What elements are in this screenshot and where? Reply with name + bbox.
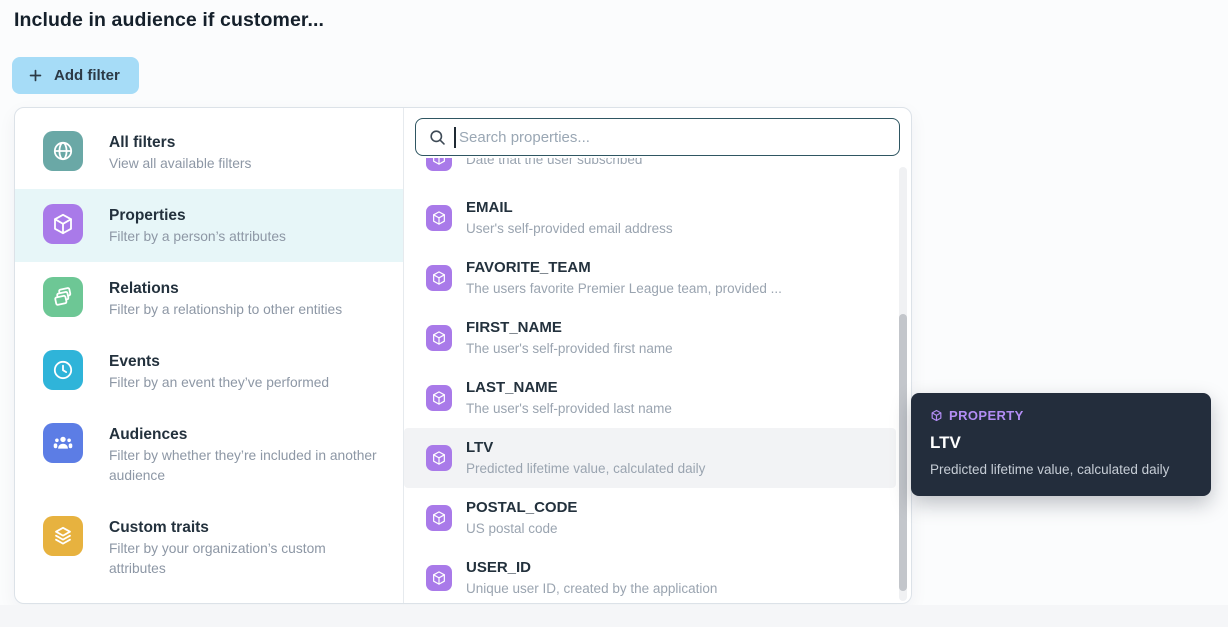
property-name: USER_ID [466, 559, 532, 576]
cube-icon [426, 505, 452, 531]
property-description: US postal code [466, 521, 558, 536]
layers-icon [43, 516, 83, 556]
cube-icon [426, 205, 452, 231]
property-name: FIRST_NAME [466, 319, 562, 336]
cube-icon [426, 565, 452, 591]
people-icon [43, 423, 83, 463]
cube-icon [426, 325, 452, 351]
tooltip-title: LTV [930, 433, 961, 452]
page-footer-strip [0, 605, 1228, 627]
category-description: View all available filters [109, 156, 252, 171]
tooltip-type-label: PROPERTY [949, 408, 1024, 423]
relations-icon [43, 277, 83, 317]
page-title: Include in audience if customer... [14, 9, 325, 31]
cube-icon [43, 204, 83, 244]
property-item-ltv[interactable]: LTV Predicted lifetime value, calculated … [404, 428, 896, 488]
globe-icon [43, 131, 83, 171]
tooltip-type-row: PROPERTY [930, 408, 1192, 423]
plus-icon [27, 67, 44, 84]
property-item-partial[interactable]: Date that the user subscribed [404, 158, 896, 188]
properties-list: Date that the user subscribed EMAIL User's… [404, 158, 911, 602]
sidebar-item-audiences[interactable]: Audiences Filter by whether they’re inclu… [15, 408, 403, 501]
sidebar-item-all-filters[interactable]: All filters View all available filters [15, 116, 403, 189]
add-filter-label: Add filter [54, 67, 120, 84]
scrollbar-thumb[interactable] [899, 314, 907, 591]
property-item-user-id[interactable]: USER_ID Unique user ID, created by the ap… [404, 548, 896, 602]
sidebar-item-relations[interactable]: Relations Filter by a relationship to oth… [15, 262, 403, 335]
property-description: Unique user ID, created by the applicati… [466, 581, 718, 596]
property-name: LTV [466, 439, 494, 456]
search-box[interactable] [415, 118, 900, 156]
add-filter-button[interactable]: Add filter [12, 57, 139, 94]
search-icon [428, 128, 447, 147]
cube-icon [426, 265, 452, 291]
property-description: Predicted lifetime value, calculated dai… [466, 461, 706, 476]
cube-icon [426, 158, 452, 171]
category-label: Properties [109, 207, 186, 224]
property-description: The users favorite Premier League team, … [466, 281, 782, 296]
category-description: Filter by your organization’s custom att… [109, 541, 326, 576]
property-name: LAST_NAME [466, 379, 558, 396]
property-item-postal-code[interactable]: POSTAL_CODE US postal code [404, 488, 896, 548]
cube-icon [426, 385, 452, 411]
property-description: Date that the user subscribed [466, 158, 643, 167]
filter-categories: All filters View all available filters Pro… [15, 108, 403, 603]
property-name: EMAIL [466, 199, 513, 216]
tooltip-description: Predicted lifetime value, calculated dai… [930, 462, 1170, 477]
sidebar-item-events[interactable]: Events Filter by an event they’ve perform… [15, 335, 403, 408]
category-description: Filter by a relationship to other entiti… [109, 302, 343, 317]
properties-column: Date that the user subscribed EMAIL User's… [403, 108, 911, 603]
sidebar-item-properties[interactable]: Properties Filter by a person’s attribute… [15, 189, 403, 262]
search-input[interactable] [447, 119, 899, 155]
property-name: FAVORITE_TEAM [466, 259, 591, 276]
filter-panel: All filters View all available filters Pro… [14, 107, 912, 604]
category-label: All filters [109, 134, 176, 151]
property-tooltip: PROPERTY LTV Predicted lifetime value, c… [911, 393, 1211, 496]
property-item-email[interactable]: EMAIL User's self-provided email address [404, 188, 896, 248]
category-description: Filter by whether they’re included in an… [109, 448, 377, 483]
category-label: Events [109, 353, 160, 370]
property-item-last-name[interactable]: LAST_NAME The user's self-provided last n… [404, 368, 896, 428]
property-description: User's self-provided email address [466, 221, 673, 236]
category-label: Audiences [109, 426, 188, 443]
category-description: Filter by an event they’ve performed [109, 375, 330, 390]
property-description: The user's self-provided first name [466, 341, 673, 356]
property-description: The user's self-provided last name [466, 401, 672, 416]
property-item-first-name[interactable]: FIRST_NAME The user's self-provided first… [404, 308, 896, 368]
cube-icon [426, 445, 452, 471]
text-caret [454, 127, 456, 148]
property-name: POSTAL_CODE [466, 499, 578, 516]
category-label: Relations [109, 280, 179, 297]
cube-icon [930, 409, 943, 422]
sidebar-item-custom-traits[interactable]: Custom traits Filter by your organization… [15, 501, 403, 594]
category-description: Filter by a person’s attributes [109, 229, 286, 244]
category-label: Custom traits [109, 519, 209, 536]
clock-icon [43, 350, 83, 390]
property-item-favorite-team[interactable]: FAVORITE_TEAM The users favorite Premier … [404, 248, 896, 308]
